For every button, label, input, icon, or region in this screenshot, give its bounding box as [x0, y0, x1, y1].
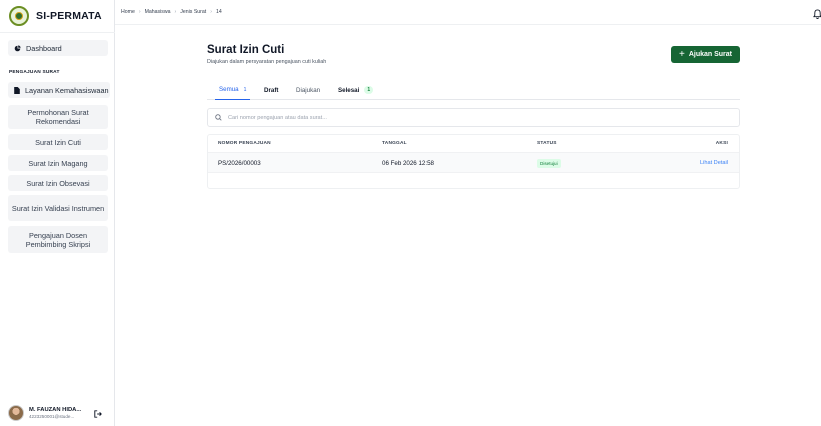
dashboard-icon: [14, 44, 21, 51]
status-badge: Disetujui: [537, 159, 561, 168]
breadcrumb-home[interactable]: Home: [121, 9, 135, 15]
cell-nomor: PS/2026/00003: [218, 160, 261, 167]
search-icon: [215, 114, 222, 121]
tab-diajukan[interactable]: Diajukan: [296, 80, 320, 100]
tab-draft[interactable]: Draft: [264, 80, 278, 100]
cell-tanggal: 06 Feb 2026 12:58: [382, 160, 434, 167]
table-row[interactable]: PS/2026/00003 06 Feb 2026 12:58 Disetuju…: [208, 152, 739, 173]
tab-selesai[interactable]: Selesai 1: [338, 80, 374, 100]
app-name: SI-PERMATA: [36, 10, 102, 22]
submissions-table: NOMOR PENGAJUAN TANGGAL STATUS AKSI PS/2…: [207, 134, 740, 189]
chevron-right-icon: ›: [174, 9, 177, 15]
column-nomor: NOMOR PENGAJUAN: [218, 141, 271, 146]
avatar: [8, 405, 24, 421]
lihat-detail-link[interactable]: Lihat Detail: [700, 160, 728, 166]
ajukan-surat-button[interactable]: + Ajukan Surat: [671, 46, 740, 63]
table-header: NOMOR PENGAJUAN TANGGAL STATUS AKSI: [208, 135, 739, 152]
document-icon: [14, 86, 20, 94]
column-tanggal: TANGGAL: [382, 141, 407, 146]
page-title: Surat Izin Cuti: [207, 44, 285, 56]
tab-label: Semua: [219, 86, 239, 93]
tab-label: Draft: [264, 86, 279, 94]
page-subtitle: Diajukan dalam persyaratan pengajuan cut…: [207, 59, 327, 65]
sidebar-item-label: Surat Izin Obsevasi: [26, 178, 90, 188]
sidebar-item-label: Pengajuan Dosen Pembimbing Skripsi: [25, 230, 91, 249]
user-email: 4223250001@stude...: [29, 414, 75, 419]
user-profile[interactable]: M. FAUZAN HIDA... 4223250001@stude...: [8, 405, 81, 421]
tab-count: 1: [364, 86, 374, 94]
nav-section-label: PENGAJUAN SURAT: [9, 70, 60, 75]
breadcrumb-current: 14: [215, 9, 222, 15]
university-logo-icon: [9, 6, 29, 26]
tab-count: 1: [243, 86, 247, 93]
sidebar-item-izin-cuti[interactable]: Surat Izin Cuti: [8, 134, 108, 150]
sidebar-item-label: Surat Izin Cuti: [35, 137, 81, 147]
sidebar-item-validasi-instrumen[interactable]: Surat Izin Validasi Instrumen: [8, 195, 108, 221]
brand-divider: [0, 32, 115, 33]
sidebar-item-label: Layanan Kemahasiswaan: [25, 85, 109, 95]
sidebar-item-izin-magang[interactable]: Surat Izin Magang: [8, 155, 108, 171]
sidebar: SI-PERMATA Dashboard PENGAJUAN SURAT Lay…: [0, 0, 115, 426]
sidebar-item-dashboard[interactable]: Dashboard: [8, 40, 108, 56]
column-aksi: AKSI: [715, 141, 728, 146]
bell-icon: [813, 9, 821, 19]
sidebar-item-label: Dashboard: [26, 43, 62, 53]
sidebar-item-izin-observasi[interactable]: Surat Izin Obsevasi: [8, 175, 108, 191]
top-bar: Home › Mahasiswa › Jenis Surat › 14: [115, 0, 821, 25]
breadcrumb-jenis-surat[interactable]: Jenis Surat: [180, 9, 206, 15]
search-input[interactable]: [228, 114, 628, 121]
logout-icon: [93, 409, 102, 418]
breadcrumb-mahasiswa[interactable]: Mahasiswa: [145, 9, 171, 15]
plus-icon: +: [678, 48, 685, 60]
logout-button[interactable]: [92, 408, 103, 419]
sidebar-item-label: Surat Izin Magang: [28, 158, 88, 168]
notification-button[interactable]: [813, 6, 821, 19]
brand[interactable]: SI-PERMATA: [0, 0, 114, 32]
chevron-right-icon: ›: [138, 9, 141, 15]
user-name: M. FAUZAN HIDA...: [29, 407, 82, 413]
sidebar-item-rekomendasi[interactable]: Permohonan Surat Rekomendasi: [8, 105, 108, 129]
sidebar-item-dosen-pembimbing[interactable]: Pengajuan Dosen Pembimbing Skripsi: [8, 226, 108, 253]
tab-label: Diajukan: [296, 86, 321, 94]
tab-semua[interactable]: Semua 1: [215, 80, 251, 100]
sidebar-item-label: Permohonan Surat Rekomendasi: [27, 108, 89, 126]
column-status: STATUS: [537, 141, 557, 146]
sidebar-item-layanan[interactable]: Layanan Kemahasiswaan: [8, 82, 110, 98]
tab-label: Selesai: [338, 86, 360, 94]
ajukan-surat-label: Ajukan Surat: [688, 51, 733, 58]
search-box: [207, 108, 740, 127]
sidebar-item-label: Surat Izin Validasi Instrumen: [11, 203, 105, 213]
breadcrumb: Home › Mahasiswa › Jenis Surat › 14: [121, 9, 222, 15]
chevron-right-icon: ›: [210, 9, 212, 15]
status-tabs: Semua 1 Draft Diajukan Selesai 1: [207, 80, 740, 100]
